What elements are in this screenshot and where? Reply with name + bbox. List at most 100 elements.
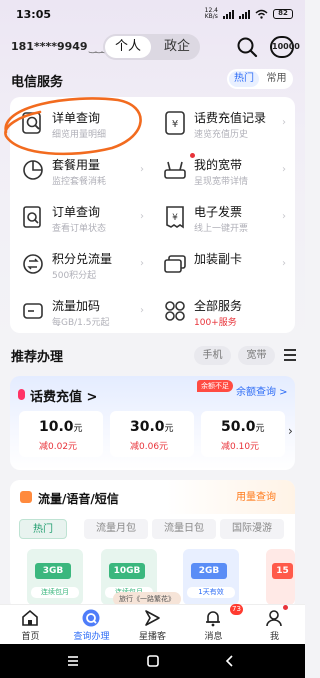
list-menu-icon[interactable] <box>284 349 296 361</box>
amount-unit: 元 <box>164 424 174 434</box>
chip-broadband[interactable]: 宽带 <box>238 346 275 365</box>
filter-frequent[interactable]: 常用 <box>262 71 291 87</box>
recharge-option-30[interactable]: 30.0元 减0.06元 <box>110 411 194 457</box>
nav-query[interactable]: 查询办理 <box>61 605 122 645</box>
chevron-right-icon: › <box>140 164 144 175</box>
back-icon[interactable] <box>222 653 238 669</box>
amount-value: 10.0 <box>39 419 74 435</box>
service-my-broadband[interactable]: 我的宽带 呈现宽带详情 › <box>154 148 292 195</box>
package-usage-icon <box>23 160 43 180</box>
recharge-title[interactable]: 话费充值 > <box>30 386 97 405</box>
chevron-right-icon: › <box>140 305 144 316</box>
service-subtitle: 监控套餐消耗 <box>52 177 107 187</box>
all-services-icon <box>165 301 185 321</box>
amount-value: 30.0 <box>130 419 165 435</box>
flow-tab-monthly[interactable]: 流量月包 <box>84 519 148 539</box>
query-icon <box>82 609 100 627</box>
nav-label: 首页 <box>21 632 40 642</box>
nav-label: 查询办理 <box>73 632 110 642</box>
nav-home[interactable]: 首页 <box>0 605 61 645</box>
recharge-arrow: > <box>86 390 98 405</box>
signal-icon <box>223 9 234 19</box>
services-title: 电信服务 <box>11 75 64 90</box>
wifi-icon <box>255 9 268 19</box>
recharge-discount: 减0.06元 <box>130 442 169 452</box>
recharge-discount: 减0.02元 <box>39 442 78 452</box>
service-add-card[interactable]: 加装副卡 › <box>154 242 292 289</box>
amount-value: 50.0 <box>221 419 256 435</box>
net-speed: 12.4 KB/s <box>205 8 218 20</box>
package-size: 10GB <box>109 563 145 579</box>
service-data-boost[interactable]: 流量加码 每GB/1.5元起 › <box>12 289 150 336</box>
service-subtitle: 查看订单状态 <box>52 224 107 234</box>
package-size: 15 <box>272 563 293 579</box>
service-all-services[interactable]: 全部服务 100+服务 <box>154 289 292 336</box>
flow-tab-daily[interactable]: 流量日包 <box>152 519 216 539</box>
package-card[interactable]: 15 <box>266 549 295 605</box>
service-subtitle: 100+服务 <box>194 318 237 328</box>
bell-icon <box>206 611 220 627</box>
search-icon[interactable] <box>236 36 258 58</box>
status-icons: 12.4 KB/s 82 <box>205 8 293 20</box>
flow-title: 流量/语音/短信 <box>38 492 119 506</box>
svg-text:¥: ¥ <box>172 213 178 223</box>
flow-icon <box>20 491 32 503</box>
flow-tab-roaming[interactable]: 国际漫游 <box>220 519 284 539</box>
hotline-10000-icon[interactable]: 10000 <box>270 36 300 58</box>
recharge-option-50[interactable]: 50.0元 减0.10元 <box>201 411 285 457</box>
package-card[interactable]: 2GB 1天有效 <box>183 549 239 605</box>
status-bar: 13:05 12.4 KB/s 82 <box>0 0 305 28</box>
service-e-invoice[interactable]: ¥ 电子发票 线上一键开票 › <box>154 195 292 242</box>
service-title: 详单查询 <box>52 111 101 125</box>
balance-query-link[interactable]: 余额查询 > <box>236 383 288 398</box>
phone-number: 181****9949 <box>11 40 88 53</box>
package-label: 连续包月 <box>31 587 79 598</box>
package-card[interactable]: 3GB 连续包月 <box>27 549 83 605</box>
detail-search-icon <box>22 112 41 134</box>
broadband-icon <box>164 161 186 179</box>
account-type-switch[interactable]: 个人 政企 <box>103 34 200 60</box>
service-subtitle: 每GB/1.5元起 <box>52 318 110 328</box>
nav-me[interactable]: 我 <box>244 605 305 645</box>
tab-personal[interactable]: 个人 <box>105 36 151 58</box>
filter-hot[interactable]: 热门 <box>229 71 259 87</box>
invoice-icon: ¥ <box>166 206 184 229</box>
recharge-option-10[interactable]: 10.0元 减0.02元 <box>19 411 103 457</box>
bottom-nav: 首页 查询办理 星播客 消息 我 <box>0 604 305 644</box>
recharge-more-chevron[interactable]: › <box>288 424 293 438</box>
amount-unit: 元 <box>255 424 265 434</box>
service-recharge-record[interactable]: ¥ 话费充值记录 速览充值历史 › <box>154 101 292 148</box>
signal-icon-2 <box>239 9 250 19</box>
order-search-icon <box>23 206 41 228</box>
chip-phone[interactable]: 手机 <box>194 346 231 365</box>
add-card-icon <box>164 255 186 273</box>
service-order-query[interactable]: 订单查询 查看订单状态 › <box>12 195 150 242</box>
service-title: 订单查询 <box>52 205 101 219</box>
recharge-discount: 减0.10元 <box>221 442 260 452</box>
service-detail-query[interactable]: 详单查询 细览用量明细 <box>12 101 150 148</box>
service-title: 流量加码 <box>52 299 101 313</box>
package-size: 3GB <box>35 563 71 579</box>
amount-unit: 元 <box>73 424 83 434</box>
chevron-right-icon: › <box>140 258 144 269</box>
service-title: 话费充值记录 <box>194 111 267 125</box>
service-title: 积分兑流量 <box>52 252 113 266</box>
nav-label: 我 <box>269 632 279 642</box>
podcast-icon <box>145 610 160 626</box>
balance-low-badge: 余额不足 <box>197 380 233 392</box>
service-title: 我的宽带 <box>194 158 243 172</box>
tab-enterprise[interactable]: 政企 <box>156 36 198 58</box>
service-points-exchange[interactable]: 积分兑流量 500积分起 › <box>12 242 150 289</box>
service-title: 套餐用量 <box>52 158 101 172</box>
service-subtitle: 呈现宽带详情 <box>194 177 249 187</box>
home-button-icon[interactable] <box>145 653 161 669</box>
recent-apps-icon[interactable] <box>65 653 81 669</box>
service-title: 加装副卡 <box>194 252 243 266</box>
nav-podcast[interactable]: 星播客 <box>122 605 183 645</box>
service-subtitle: 500积分起 <box>52 271 97 281</box>
services-filter[interactable]: 热门 常用 <box>227 69 293 89</box>
flow-tab-hot[interactable]: 热门 <box>19 519 67 539</box>
usage-query-link[interactable]: 用量查询 <box>236 488 276 503</box>
system-navigation-bar <box>0 644 305 678</box>
service-package-usage[interactable]: 套餐用量 监控套餐消耗 › <box>12 148 150 195</box>
